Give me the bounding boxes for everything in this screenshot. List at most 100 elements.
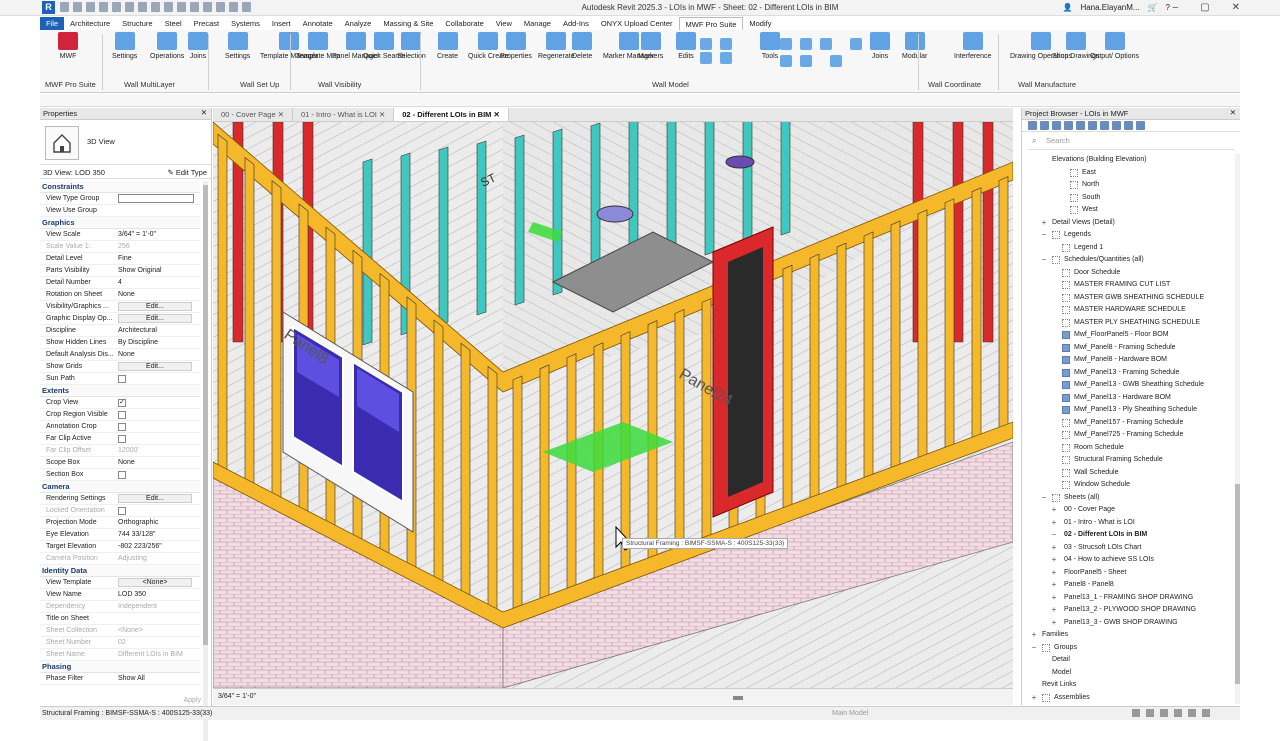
property-value[interactable] xyxy=(114,205,200,216)
ribbon-button-properties[interactable]: Properties xyxy=(500,32,532,61)
tab-modify[interactable]: Modify xyxy=(743,17,777,30)
property-value[interactable]: -802 223/256" xyxy=(114,541,200,552)
expand-icon[interactable]: + xyxy=(1050,617,1058,629)
tree-item[interactable]: South xyxy=(1022,192,1234,205)
ribbon-button-settings[interactable]: Settings xyxy=(112,32,137,61)
select-pinned-icon[interactable] xyxy=(1160,709,1168,717)
checkbox[interactable] xyxy=(118,423,126,431)
tree-item[interactable]: + Families xyxy=(1022,629,1234,642)
ribbon-tool-icon[interactable] xyxy=(780,38,792,50)
settings-icon[interactable] xyxy=(1136,121,1145,130)
collapse-icon[interactable]: − xyxy=(1040,229,1048,241)
property-row[interactable]: View Type Group xyxy=(40,193,200,205)
ribbon-tool-icon[interactable] xyxy=(700,52,712,64)
property-row[interactable]: Annotation Crop xyxy=(40,421,200,433)
tree-item[interactable]: Room Schedule xyxy=(1022,442,1234,455)
home-icon[interactable] xyxy=(1028,121,1037,130)
property-row[interactable]: Show Grids Edit... xyxy=(40,361,200,373)
property-row[interactable]: Detail Level Fine xyxy=(40,253,200,265)
filter-label[interactable]: 3D View: LOD 350 xyxy=(43,168,105,177)
ribbon-button-joins[interactable]: Joins xyxy=(188,32,208,61)
scroll-thumb[interactable] xyxy=(203,185,208,645)
close-icon[interactable]: ✕ xyxy=(377,110,385,119)
tree-item[interactable]: +04 - How to achieve SS LOIs xyxy=(1022,554,1234,567)
tree-item[interactable]: + Panel13_1 - FRAMING SHOP DRAWING xyxy=(1022,592,1234,605)
tree-item[interactable]: Mwf_Panel13 - Ply Sheathing Schedule xyxy=(1022,404,1234,417)
ribbon-button-delete[interactable]: Delete xyxy=(572,32,592,61)
collapse-icon[interactable]: − xyxy=(1050,529,1058,541)
edit-button[interactable]: <None> xyxy=(118,578,192,587)
tree-item[interactable]: Legend 1 xyxy=(1022,242,1234,255)
text-field[interactable] xyxy=(118,194,194,203)
tab-massing-site[interactable]: Massing & Site xyxy=(377,17,439,30)
ribbon-button-regenerate[interactable]: Regenerate xyxy=(538,32,575,61)
instance-filter[interactable]: 3D View: LOD 350 ✎ Edit Type xyxy=(40,165,211,179)
edit-button[interactable]: Edit... xyxy=(118,362,192,371)
close-icon[interactable]: ✕ xyxy=(1230,108,1236,117)
checkbox[interactable] xyxy=(118,435,126,443)
expand-icon[interactable]: + xyxy=(1050,542,1058,554)
ribbon-button-mwf[interactable]: MWF xyxy=(58,32,78,61)
tree-item[interactable]: − Sheets (all) xyxy=(1022,492,1234,505)
tree-item[interactable]: + Assemblies xyxy=(1022,692,1234,705)
property-row[interactable]: Phase Filter Show All xyxy=(40,673,200,685)
tree-item[interactable]: Window Schedule xyxy=(1022,479,1234,492)
tree-item[interactable]: Detail xyxy=(1022,654,1234,667)
tab-steel[interactable]: Steel xyxy=(159,17,188,30)
ribbon-tool-icon[interactable] xyxy=(780,55,792,67)
ribbon-button-output-options[interactable]: Output/ Options xyxy=(1090,32,1139,61)
group-extents[interactable]: Extents xyxy=(40,385,200,397)
ribbon-button-edits[interactable]: Edits xyxy=(676,32,696,61)
tree-item[interactable]: Revit Links xyxy=(1022,679,1234,692)
property-row[interactable]: Locked Orientation xyxy=(40,505,200,517)
property-row[interactable]: Target Elevation -802 223/256" xyxy=(40,541,200,553)
tree-item[interactable]: Door Schedule xyxy=(1022,267,1234,280)
group-graphics[interactable]: Graphics xyxy=(40,217,200,229)
property-row[interactable]: Detail Number 4 xyxy=(40,277,200,289)
checkbox[interactable] xyxy=(118,507,126,515)
tab-manage[interactable]: Manage xyxy=(518,17,557,30)
property-value[interactable]: 02 xyxy=(114,637,200,648)
ribbon-tool-icon[interactable] xyxy=(830,55,842,67)
property-value[interactable]: Show Original xyxy=(114,265,200,276)
property-value[interactable] xyxy=(114,433,200,444)
tree-item[interactable]: Structural Framing Schedule xyxy=(1022,454,1234,467)
tree-item[interactable]: East xyxy=(1022,167,1234,180)
select-links-icon[interactable] xyxy=(1132,709,1140,717)
property-value[interactable]: Orthographic xyxy=(114,517,200,528)
tree-item[interactable]: North xyxy=(1022,179,1234,192)
tree-item[interactable]: Mwf_Panel8 - Hardware BOM xyxy=(1022,354,1234,367)
tab-precast[interactable]: Precast xyxy=(188,17,225,30)
edit-button[interactable]: Edit... xyxy=(118,314,192,323)
property-value[interactable]: 744 33/128" xyxy=(114,529,200,540)
tree-item[interactable]: + Panel13_3 - GWB SHOP DRAWING xyxy=(1022,617,1234,630)
expand-icon[interactable]: + xyxy=(1040,217,1048,229)
ribbon-button-settings[interactable]: Settings xyxy=(225,32,250,61)
tree-item[interactable]: + FloorPanel5 - Sheet xyxy=(1022,567,1234,580)
group-identity-data[interactable]: Identity Data xyxy=(40,565,200,577)
property-row[interactable]: Crop View ✓ xyxy=(40,397,200,409)
expand-icon[interactable]: + xyxy=(1050,554,1058,566)
tree-item[interactable]: Mwf_Panel157 - Framing Schedule xyxy=(1022,417,1234,430)
properties-scrollbar[interactable] xyxy=(203,181,208,741)
tab-add-ins[interactable]: Add-Ins xyxy=(557,17,595,30)
ribbon-button-modular[interactable]: Modular xyxy=(902,32,927,61)
close-icon[interactable]: ✕ xyxy=(276,110,284,119)
tab-mwf-pro-suite[interactable]: MWF Pro Suite xyxy=(678,17,744,30)
ribbon-button-tools[interactable]: Tools xyxy=(760,32,780,61)
property-row[interactable]: Show Hidden Lines By Discipline xyxy=(40,337,200,349)
property-row[interactable]: Section Box xyxy=(40,469,200,481)
tree-item[interactable]: MASTER HARDWARE SCHEDULE xyxy=(1022,304,1234,317)
tab-view[interactable]: View xyxy=(490,17,518,30)
expand-icon[interactable]: + xyxy=(1050,567,1058,579)
expand-icon[interactable]: + xyxy=(1050,604,1058,616)
property-value[interactable]: Edit... xyxy=(114,361,200,372)
expand-icon[interactable]: + xyxy=(1030,692,1038,704)
property-value[interactable]: LOD 350 xyxy=(114,589,200,600)
property-row[interactable]: Rotation on Sheet None xyxy=(40,289,200,301)
tree-item[interactable]: MASTER PLY SHEATHING SCHEDULE xyxy=(1022,317,1234,330)
close-icon[interactable]: ✕ xyxy=(491,110,500,119)
tab-architecture[interactable]: Architecture xyxy=(64,17,116,30)
expand-icon[interactable]: + xyxy=(1050,579,1058,591)
ribbon-button-selection[interactable]: Selection xyxy=(397,32,426,61)
